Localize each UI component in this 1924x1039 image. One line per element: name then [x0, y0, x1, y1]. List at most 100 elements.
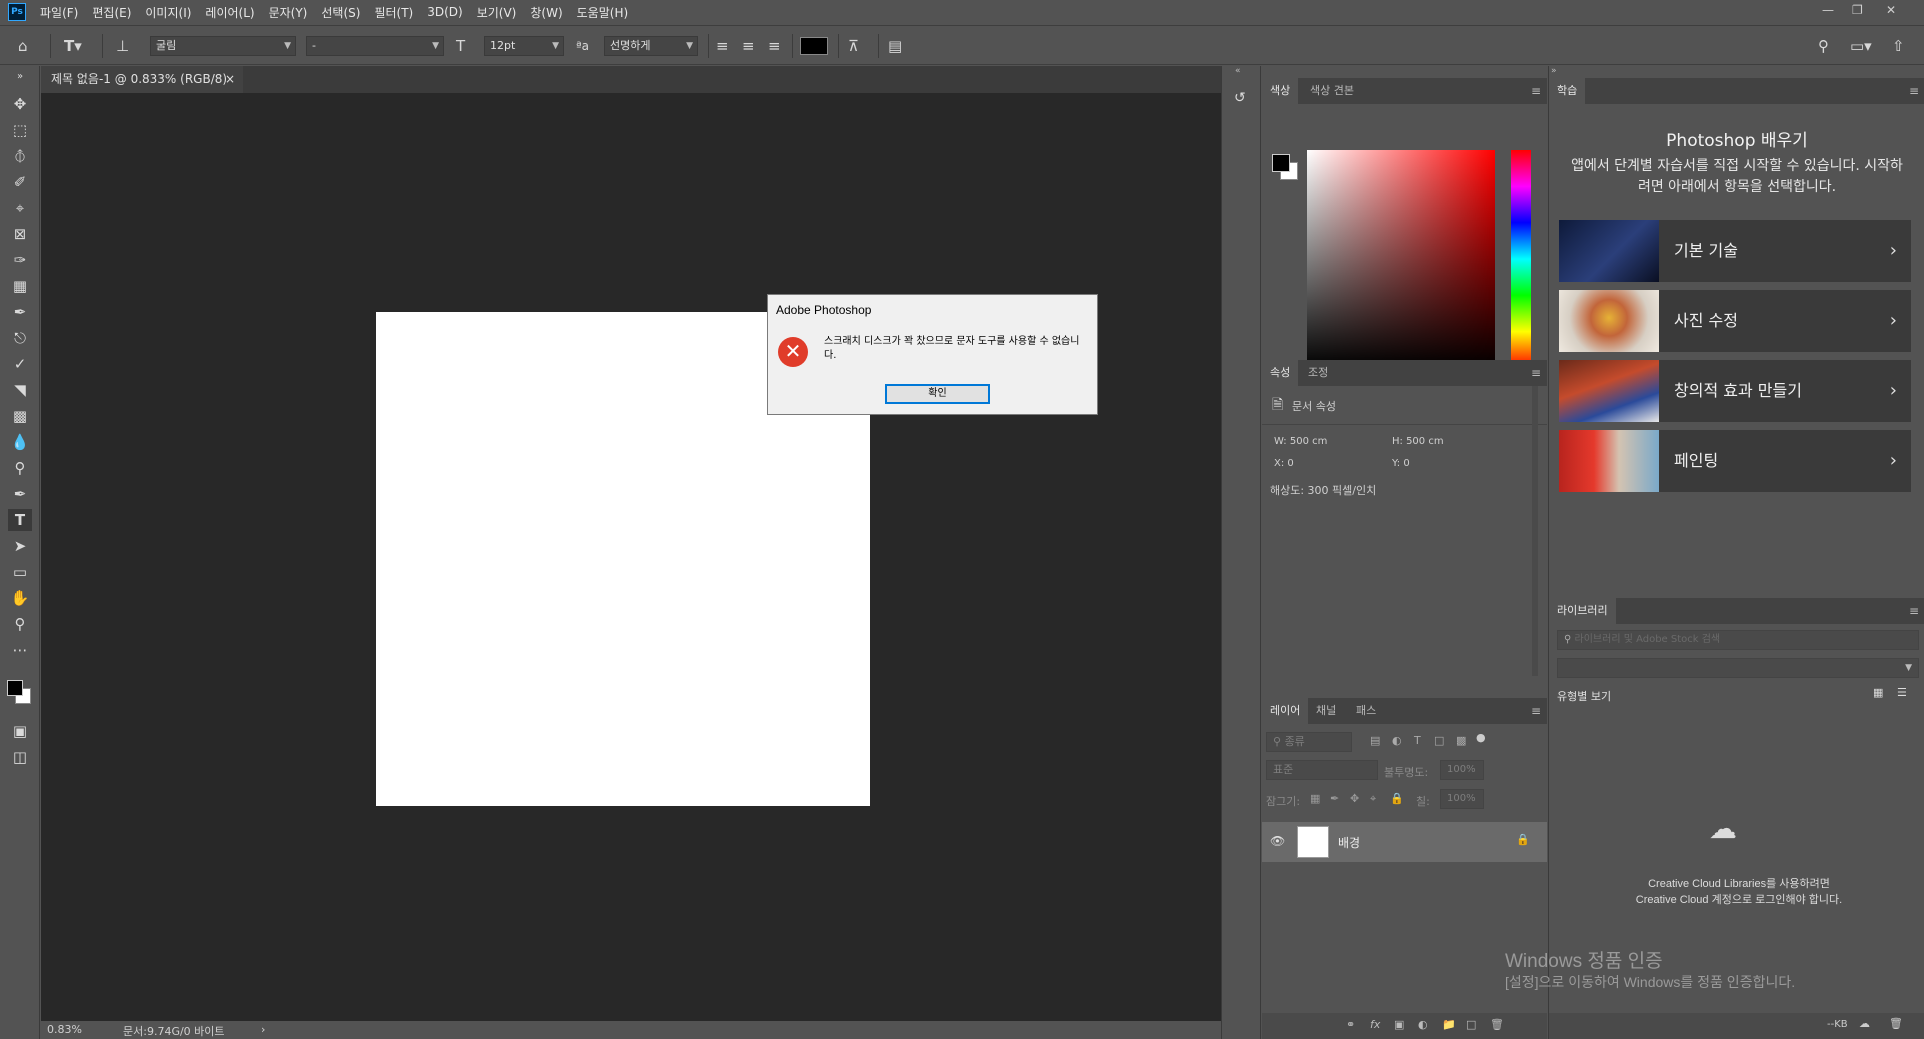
height-value[interactable]: H: 500 cm — [1392, 436, 1444, 447]
hand-tool-icon[interactable]: ✋ — [8, 587, 32, 609]
type-tool-icon[interactable]: T — [8, 509, 32, 531]
minimize-icon[interactable]: — — [1822, 3, 1834, 17]
blend-mode-select[interactable]: 표준 — [1266, 760, 1378, 780]
lock-transparent-icon[interactable]: ▦ — [1310, 792, 1320, 805]
type-filter-icon[interactable]: T — [1414, 734, 1421, 747]
more-tools-icon[interactable]: ⋯ — [8, 639, 32, 661]
workspace-icon[interactable]: ▭▾ — [1850, 37, 1872, 55]
list-view-icon[interactable]: ☰ — [1897, 686, 1907, 699]
screen-mode-icon[interactable]: ◫ — [8, 746, 32, 768]
tab-swatches[interactable]: 색상 견본 — [1302, 78, 1362, 104]
menu-file[interactable]: 파일(F) — [40, 4, 78, 21]
home-icon[interactable]: ⌂ — [18, 37, 28, 55]
search-icon[interactable]: ⚲ — [1818, 37, 1829, 55]
add-mask-icon[interactable]: ▣ — [1394, 1018, 1404, 1031]
panel-menu-icon[interactable]: ≡ — [1909, 604, 1919, 618]
font-size-select[interactable]: 12pt ▼ — [484, 36, 564, 56]
brush-tool-icon[interactable]: ✒ — [8, 301, 32, 323]
font-style-select[interactable]: - ▼ — [306, 36, 444, 56]
learn-card-photo-fix[interactable]: 사진 수정 › — [1559, 290, 1911, 352]
scrollbar[interactable] — [1532, 386, 1538, 676]
link-layers-icon[interactable]: ⚭ — [1346, 1018, 1355, 1031]
tab-adjustments[interactable]: 조정 — [1300, 360, 1336, 386]
opacity-field[interactable]: 100% — [1440, 760, 1484, 780]
close-icon[interactable]: ✕ — [1886, 3, 1896, 17]
history-brush-tool-icon[interactable]: ✓ — [8, 353, 32, 375]
color-picker-field[interactable] — [1307, 150, 1495, 368]
path-select-tool-icon[interactable]: ➤ — [8, 535, 32, 557]
marquee-tool-icon[interactable]: ⬚ — [8, 119, 32, 141]
lock-position-icon[interactable]: ✥ — [1350, 792, 1359, 805]
fill-field[interactable]: 100% — [1440, 789, 1484, 809]
trash-icon[interactable]: 🗑 — [1490, 1018, 1504, 1031]
hue-slider[interactable] — [1511, 150, 1531, 368]
tab-paths[interactable]: 패스 — [1348, 698, 1384, 724]
smart-object-filter-icon[interactable]: ▩ — [1456, 734, 1466, 747]
library-search-input[interactable]: ⚲ 라이브러리 및 Adobe Stock 검색 — [1557, 630, 1919, 650]
panel-menu-icon[interactable]: ≡ — [1531, 84, 1541, 98]
adjustment-layer-icon[interactable]: ◐ — [1418, 1018, 1428, 1031]
move-tool-icon[interactable]: ✥ — [8, 93, 32, 115]
close-icon[interactable]: × — [225, 66, 235, 93]
x-value[interactable]: X: 0 — [1274, 458, 1294, 469]
lasso-tool-icon[interactable]: ⦽ — [8, 145, 32, 167]
filter-toggle-icon[interactable]: ● — [1476, 731, 1486, 744]
foreground-color-swatch[interactable] — [1272, 154, 1290, 172]
frame-tool-icon[interactable]: ⊠ — [8, 223, 32, 245]
panel-menu-icon[interactable]: ≡ — [1909, 84, 1919, 98]
ok-button[interactable]: 확인 — [885, 384, 990, 404]
tab-learn[interactable]: 학습 — [1549, 78, 1586, 104]
grid-view-icon[interactable]: ▦ — [1873, 686, 1883, 699]
zoom-tool-icon[interactable]: ⚲ — [8, 613, 32, 635]
eyedropper-tool-icon[interactable]: ✑ — [8, 249, 32, 271]
eye-icon[interactable]: 👁 — [1270, 834, 1285, 848]
dodge-tool-icon[interactable]: ⚲ — [8, 457, 32, 479]
learn-card-basic-skills[interactable]: 기본 기술 › — [1559, 220, 1911, 282]
quick-mask-icon[interactable]: ▣ — [8, 720, 32, 742]
fx-icon[interactable]: fx — [1370, 1018, 1380, 1031]
menu-select[interactable]: 선택(S) — [321, 4, 360, 21]
view-by-type-button[interactable]: 유형별 보기 — [1557, 688, 1611, 704]
lock-artboard-icon[interactable]: ⌖ — [1370, 792, 1376, 806]
align-center-icon[interactable]: ≡ — [742, 37, 755, 55]
warp-text-icon[interactable]: ⊼ — [848, 37, 859, 55]
tab-color[interactable]: 색상 — [1262, 78, 1299, 104]
healing-brush-tool-icon[interactable]: ▦ — [8, 275, 32, 297]
menu-help[interactable]: 도움말(H) — [577, 4, 629, 21]
collapse-icon[interactable]: » — [1551, 66, 1557, 76]
pen-tool-icon[interactable]: ✒ — [8, 483, 32, 505]
cloud-sync-icon[interactable]: ☁ — [1859, 1017, 1870, 1030]
menu-view[interactable]: 보기(V) — [477, 4, 517, 21]
layer-name[interactable]: 배경 — [1338, 834, 1360, 851]
pixel-filter-icon[interactable]: ▤ — [1370, 734, 1380, 747]
tab-channels[interactable]: 채널 — [1308, 698, 1344, 724]
collapse-icon[interactable]: « — [1235, 66, 1241, 76]
panel-menu-icon[interactable]: ≡ — [1531, 366, 1541, 380]
crop-tool-icon[interactable]: ⌖ — [8, 197, 32, 219]
align-left-icon[interactable]: ≡ — [716, 37, 729, 55]
text-color-swatch[interactable] — [800, 37, 828, 55]
tab-layers[interactable]: 레이어 — [1262, 698, 1309, 724]
shape-filter-icon[interactable]: □ — [1434, 734, 1444, 747]
antialias-select[interactable]: 선명하게 ▼ — [604, 36, 698, 56]
eraser-tool-icon[interactable]: ◥ — [8, 379, 32, 401]
menu-filter[interactable]: 필터(T) — [374, 4, 413, 21]
restore-icon[interactable]: ❐ — [1852, 3, 1863, 17]
align-right-icon[interactable]: ≡ — [768, 37, 781, 55]
history-panel-icon[interactable]: ↺ — [1234, 90, 1246, 106]
menu-type[interactable]: 문자(Y) — [269, 4, 308, 21]
lock-image-icon[interactable]: ✒ — [1330, 792, 1339, 805]
new-layer-icon[interactable]: □ — [1466, 1018, 1476, 1031]
menu-layer[interactable]: 레이어(L) — [205, 4, 254, 21]
trash-icon[interactable]: 🗑 — [1889, 1017, 1903, 1030]
tab-libraries[interactable]: 라이브러리 — [1549, 598, 1616, 624]
panel-menu-icon[interactable]: ≡ — [1531, 704, 1541, 718]
y-value[interactable]: Y: 0 — [1392, 458, 1410, 469]
type-tool-preset-icon[interactable]: T▾ — [64, 37, 82, 55]
library-select[interactable]: ▼ — [1557, 658, 1919, 678]
quick-select-tool-icon[interactable]: ✐ — [8, 171, 32, 193]
clone-stamp-tool-icon[interactable]: ⎋ — [8, 327, 32, 349]
zoom-level[interactable]: 0.83% — [47, 1023, 82, 1036]
adjustment-filter-icon[interactable]: ◐ — [1392, 734, 1402, 747]
share-icon[interactable]: ⇧ — [1892, 37, 1905, 55]
